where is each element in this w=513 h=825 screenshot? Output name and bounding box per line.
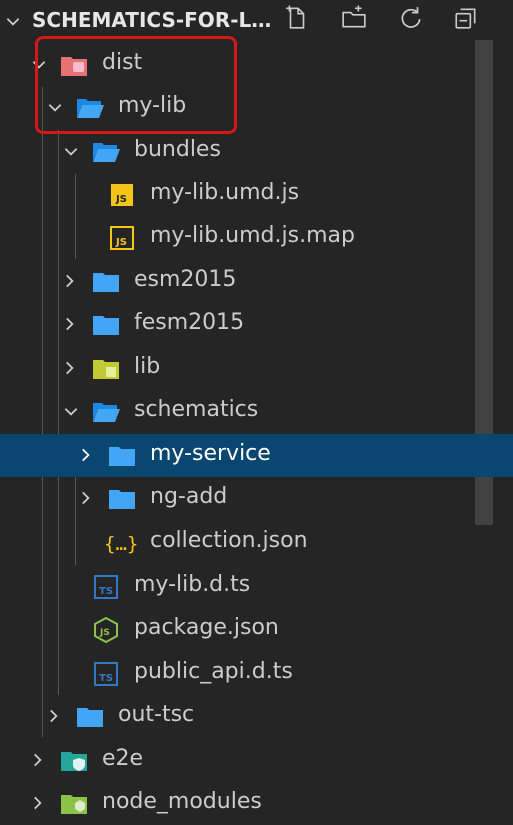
- node-folder-icon: [61, 795, 87, 814]
- tree-item-label: package.json: [134, 615, 279, 640]
- annotation-highlight-box: [35, 36, 237, 134]
- tree-item-package-json[interactable]: JS package.json: [0, 608, 513, 651]
- tree-item-my-lib-umd-js[interactable]: JS my-lib.umd.js: [0, 173, 513, 216]
- tree-item-label: e2e: [102, 746, 144, 771]
- tree-item-label: public_api.d.ts: [134, 659, 293, 684]
- chevron-right-icon: [50, 709, 58, 723]
- svg-text:TS: TS: [99, 586, 113, 597]
- tree-item-bundles[interactable]: bundles: [0, 130, 513, 173]
- tree-item-label: collection.json: [150, 528, 308, 553]
- tree-item-collection-json[interactable]: {…} collection.json: [0, 521, 513, 564]
- tree-item-label: my-lib.umd.js.map: [150, 223, 355, 248]
- tree-item-label: bundles: [134, 137, 221, 162]
- ts-file-icon: TS: [94, 575, 118, 599]
- svg-text:TS: TS: [99, 673, 113, 684]
- svg-text:JS: JS: [115, 237, 127, 248]
- new-file-button[interactable]: [283, 4, 311, 32]
- folder-icon: [93, 273, 119, 292]
- svg-text:JS: JS: [99, 628, 110, 638]
- tree-item-label: esm2015: [134, 267, 237, 292]
- tree-item-node-modules[interactable]: node_modules: [0, 782, 513, 825]
- chevron-right-icon: [66, 274, 74, 288]
- new-folder-icon: [342, 5, 366, 28]
- tree-item-out-tsc[interactable]: out-tsc: [0, 695, 513, 738]
- tree-item-label: fesm2015: [134, 310, 245, 335]
- tree-item-schematics[interactable]: schematics: [0, 390, 513, 433]
- tree-item-label: ng-add: [150, 484, 228, 509]
- chevron-down-icon: [64, 408, 78, 416]
- folder-icon: [109, 490, 135, 509]
- explorer-header: SCHEMATICS-FOR-LI...: [0, 0, 513, 40]
- tree-item-label: my-lib.d.ts: [134, 572, 251, 597]
- tree-item-label: my-lib.umd.js: [150, 180, 300, 205]
- tree-item-public-api-d-ts[interactable]: TS public_api.d.ts: [0, 652, 513, 695]
- chevron-right-icon: [34, 753, 42, 767]
- svg-text:{…}: {…}: [104, 533, 138, 555]
- tree-item-label: lib: [134, 354, 161, 379]
- tree-item-ng-add[interactable]: ng-add: [0, 477, 513, 520]
- tree-item-lib[interactable]: lib: [0, 347, 513, 390]
- folder-icon: [93, 316, 119, 335]
- tree-item-label: node_modules: [102, 789, 262, 814]
- chevron-right-icon: [66, 317, 74, 331]
- svg-text:JS: JS: [115, 194, 127, 205]
- folder-icon: [77, 708, 103, 727]
- tree-item-fesm2015[interactable]: fesm2015: [0, 303, 513, 346]
- tree-item-label: my-service: [150, 441, 271, 466]
- tree-item-esm2015[interactable]: esm2015: [0, 260, 513, 303]
- collapse-all-icon: [455, 8, 476, 29]
- chevron-down-icon[interactable]: [4, 12, 22, 30]
- new-file-icon: [286, 5, 305, 29]
- refresh-button[interactable]: [397, 4, 425, 32]
- folder-open-icon: [93, 403, 120, 422]
- chevron-down-icon: [64, 148, 78, 156]
- tree-item-e2e[interactable]: e2e: [0, 739, 513, 782]
- tree-item-my-service[interactable]: my-service: [0, 434, 513, 477]
- chevron-right-icon: [82, 448, 90, 462]
- folder-open-icon: [93, 143, 120, 162]
- folder-icon: [109, 447, 135, 466]
- collapse-all-button[interactable]: [452, 4, 480, 32]
- chevron-right-icon: [66, 361, 74, 375]
- tree-item-my-lib-d-ts[interactable]: TS my-lib.d.ts: [0, 565, 513, 608]
- js-file-icon: JS: [111, 184, 133, 206]
- chevron-right-icon: [34, 796, 42, 810]
- ts-file-icon: TS: [94, 662, 118, 686]
- node-json-icon: JS: [94, 617, 118, 643]
- refresh-icon: [401, 7, 421, 28]
- tree-item-label: schematics: [134, 397, 259, 422]
- new-folder-button[interactable]: [340, 4, 368, 32]
- lib-folder-icon: [93, 360, 119, 379]
- js-map-file-icon: JS: [110, 226, 134, 250]
- tree-item-my-lib-umd-js-map[interactable]: JS my-lib.umd.js.map: [0, 216, 513, 259]
- explorer-title[interactable]: SCHEMATICS-FOR-LI...: [32, 8, 272, 32]
- json-braces-icon: {…}: [104, 533, 138, 555]
- e2e-folder-icon: [61, 752, 87, 771]
- chevron-right-icon: [82, 491, 90, 505]
- tree-item-label: out-tsc: [118, 702, 195, 727]
